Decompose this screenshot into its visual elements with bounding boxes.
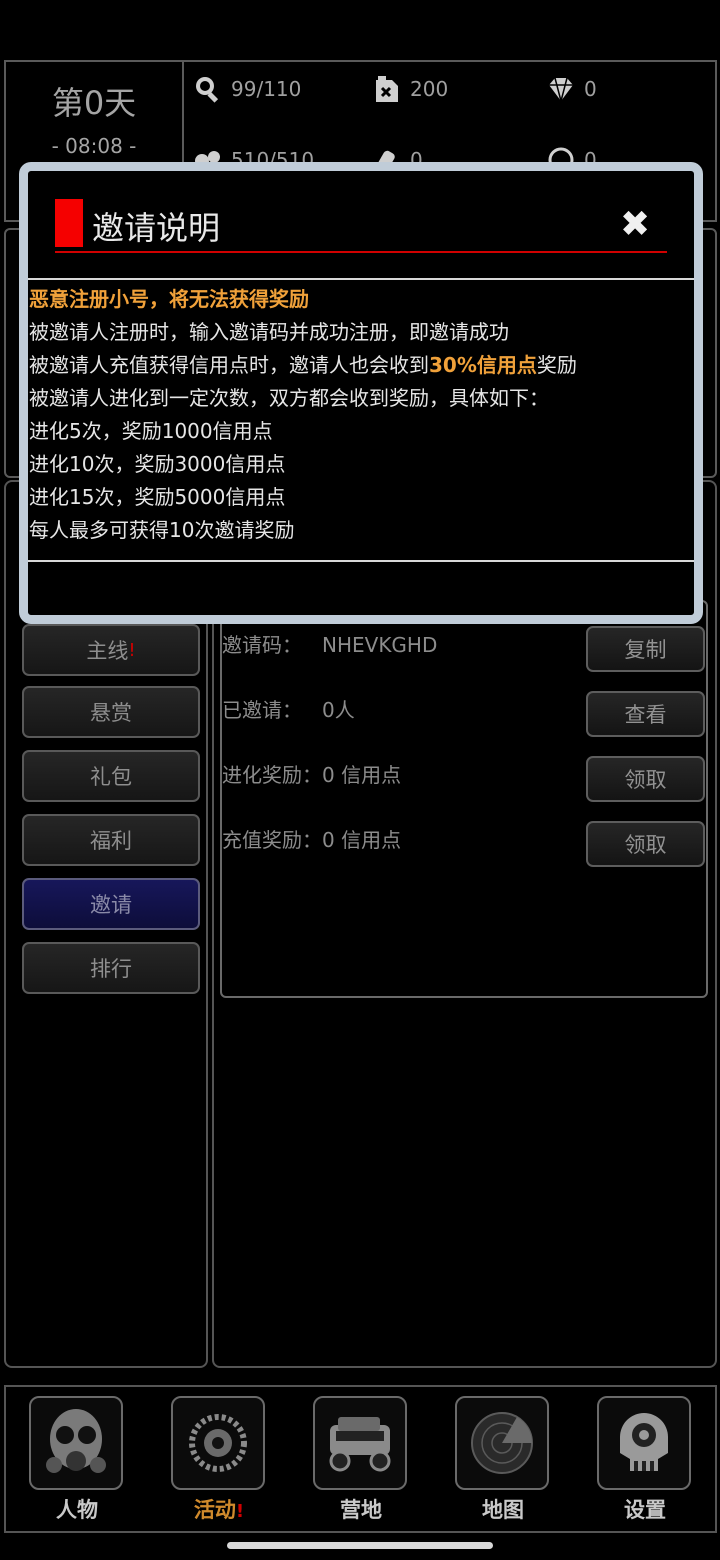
- title-accent-bar: [55, 199, 83, 247]
- invite-code-row: 邀请码： NHEVKGHD: [222, 629, 437, 658]
- invited-label: 已邀请：: [222, 698, 302, 722]
- radar-map-icon: [455, 1396, 549, 1490]
- claim-evolution-button[interactable]: 领取: [586, 756, 705, 802]
- close-icon[interactable]: ✖: [620, 207, 650, 243]
- nav-character-label: 人物: [56, 1498, 98, 1522]
- dialog-title: 邀请说明: [92, 209, 221, 247]
- invited-row: 已邀请： 0人: [222, 694, 355, 723]
- title-underline: [55, 251, 667, 253]
- rule-line-1: 被邀请人注册时，输入邀请码并成功注册，即邀请成功: [29, 320, 509, 344]
- food-stat: 99/110: [193, 74, 301, 104]
- dialog-body: 恶意注册小号，将无法获得奖励 被邀请人注册时，输入邀请码并成功注册，即邀请成功 …: [29, 283, 689, 547]
- nav-camp[interactable]: 营地: [313, 1396, 409, 1524]
- invite-code-value: NHEVKGHD: [322, 633, 438, 657]
- nav-activity[interactable]: 活动!: [171, 1396, 267, 1524]
- nav-settings-label: 设置: [624, 1498, 666, 1522]
- home-indicator[interactable]: [227, 1542, 493, 1549]
- nav-activity-badge: !: [235, 1501, 245, 1522]
- menu-welfare-label: 福利: [90, 829, 132, 853]
- claim-recharge-label: 领取: [624, 833, 667, 857]
- menu-gift[interactable]: 礼包: [22, 750, 200, 802]
- rule-line-4: 进化5次，奖励1000信用点: [29, 419, 273, 443]
- dialog-divider-bottom: [28, 560, 694, 562]
- fuel-can-icon: [376, 76, 398, 102]
- view-button-label: 查看: [624, 703, 667, 727]
- menu-invite-label: 邀请: [90, 893, 132, 917]
- recharge-reward-value: 0 信用点: [322, 828, 402, 852]
- gem-stat: 0: [546, 74, 597, 104]
- gem-value: 0: [584, 77, 597, 101]
- evolution-reward-row: 进化奖励：0 信用点: [222, 759, 401, 788]
- copy-button[interactable]: 复制: [586, 626, 705, 672]
- copy-button-label: 复制: [624, 638, 667, 662]
- nav-camp-label: 营地: [340, 1498, 382, 1522]
- rule-line-2-pre: 被邀请人充值获得信用点时，邀请人也会收到: [29, 353, 429, 377]
- dialog-divider-top: [28, 278, 694, 280]
- diamond-icon: [549, 77, 573, 104]
- nav-character[interactable]: 人物: [29, 1396, 125, 1524]
- fuel-value: 200: [410, 77, 449, 101]
- menu-invite[interactable]: 邀请: [22, 878, 200, 930]
- skull-gear-icon: [597, 1396, 691, 1490]
- rule-line-2-post: 奖励: [536, 353, 577, 377]
- nav-activity-text: 活动: [193, 1498, 236, 1522]
- invite-code-label: 邀请码：: [222, 633, 302, 657]
- evolution-reward-value: 0 信用点: [322, 763, 402, 787]
- menu-bounty[interactable]: 悬赏: [22, 686, 200, 738]
- warning-text: 恶意注册小号，将无法获得奖励: [29, 287, 309, 311]
- magnifier-icon: [196, 77, 219, 103]
- dialog-header: 邀请说明 ✖: [28, 171, 694, 278]
- invited-value: 0人: [322, 698, 355, 722]
- recharge-reward-label: 充值奖励：: [222, 828, 322, 852]
- nav-settings[interactable]: 设置: [597, 1396, 693, 1524]
- claim-evolution-label: 领取: [624, 768, 667, 792]
- rule-line-5: 进化10次，奖励3000信用点: [29, 452, 286, 476]
- rule-line-6: 进化15次，奖励5000信用点: [29, 485, 286, 509]
- menu-rank[interactable]: 排行: [22, 942, 200, 994]
- nav-map-label: 地图: [482, 1498, 524, 1522]
- menu-main-badge: !: [128, 639, 136, 661]
- rule-line-7: 每人最多可获得10次邀请奖励: [29, 518, 295, 542]
- rule-line-2: 被邀请人充值获得信用点时，邀请人也会收到30%信用点奖励: [29, 349, 689, 382]
- invite-info-dialog: 邀请说明 ✖ 恶意注册小号，将无法获得奖励 被邀请人注册时，输入邀请码并成功注册…: [19, 162, 703, 624]
- nav-activity-label: 活动!: [171, 1494, 267, 1524]
- menu-main-label: 主线: [86, 639, 129, 663]
- gear-machine-icon: [171, 1396, 265, 1490]
- fuel-stat: 200: [372, 74, 448, 104]
- gas-mask-icon: [29, 1396, 123, 1490]
- truck-icon: [313, 1396, 407, 1490]
- recharge-reward-row: 充值奖励：0 信用点: [222, 824, 401, 853]
- view-button[interactable]: 查看: [586, 691, 705, 737]
- nav-map[interactable]: 地图: [455, 1396, 551, 1524]
- day-label: 第0天: [51, 84, 137, 122]
- menu-bounty-label: 悬赏: [90, 701, 132, 725]
- clock-label: - 08:08 -: [51, 134, 137, 158]
- menu-welfare[interactable]: 福利: [22, 814, 200, 866]
- menu-main-quest[interactable]: 主线!: [22, 624, 200, 676]
- evolution-reward-label: 进化奖励：: [222, 763, 322, 787]
- rule-line-3: 被邀请人进化到一定次数，双方都会收到奖励，具体如下：: [29, 386, 549, 410]
- rule-line-2-highlight: 30%信用点: [429, 353, 537, 377]
- claim-recharge-button[interactable]: 领取: [586, 821, 705, 867]
- food-value: 99/110: [231, 77, 302, 101]
- menu-gift-label: 礼包: [90, 765, 132, 789]
- menu-rank-label: 排行: [90, 957, 132, 981]
